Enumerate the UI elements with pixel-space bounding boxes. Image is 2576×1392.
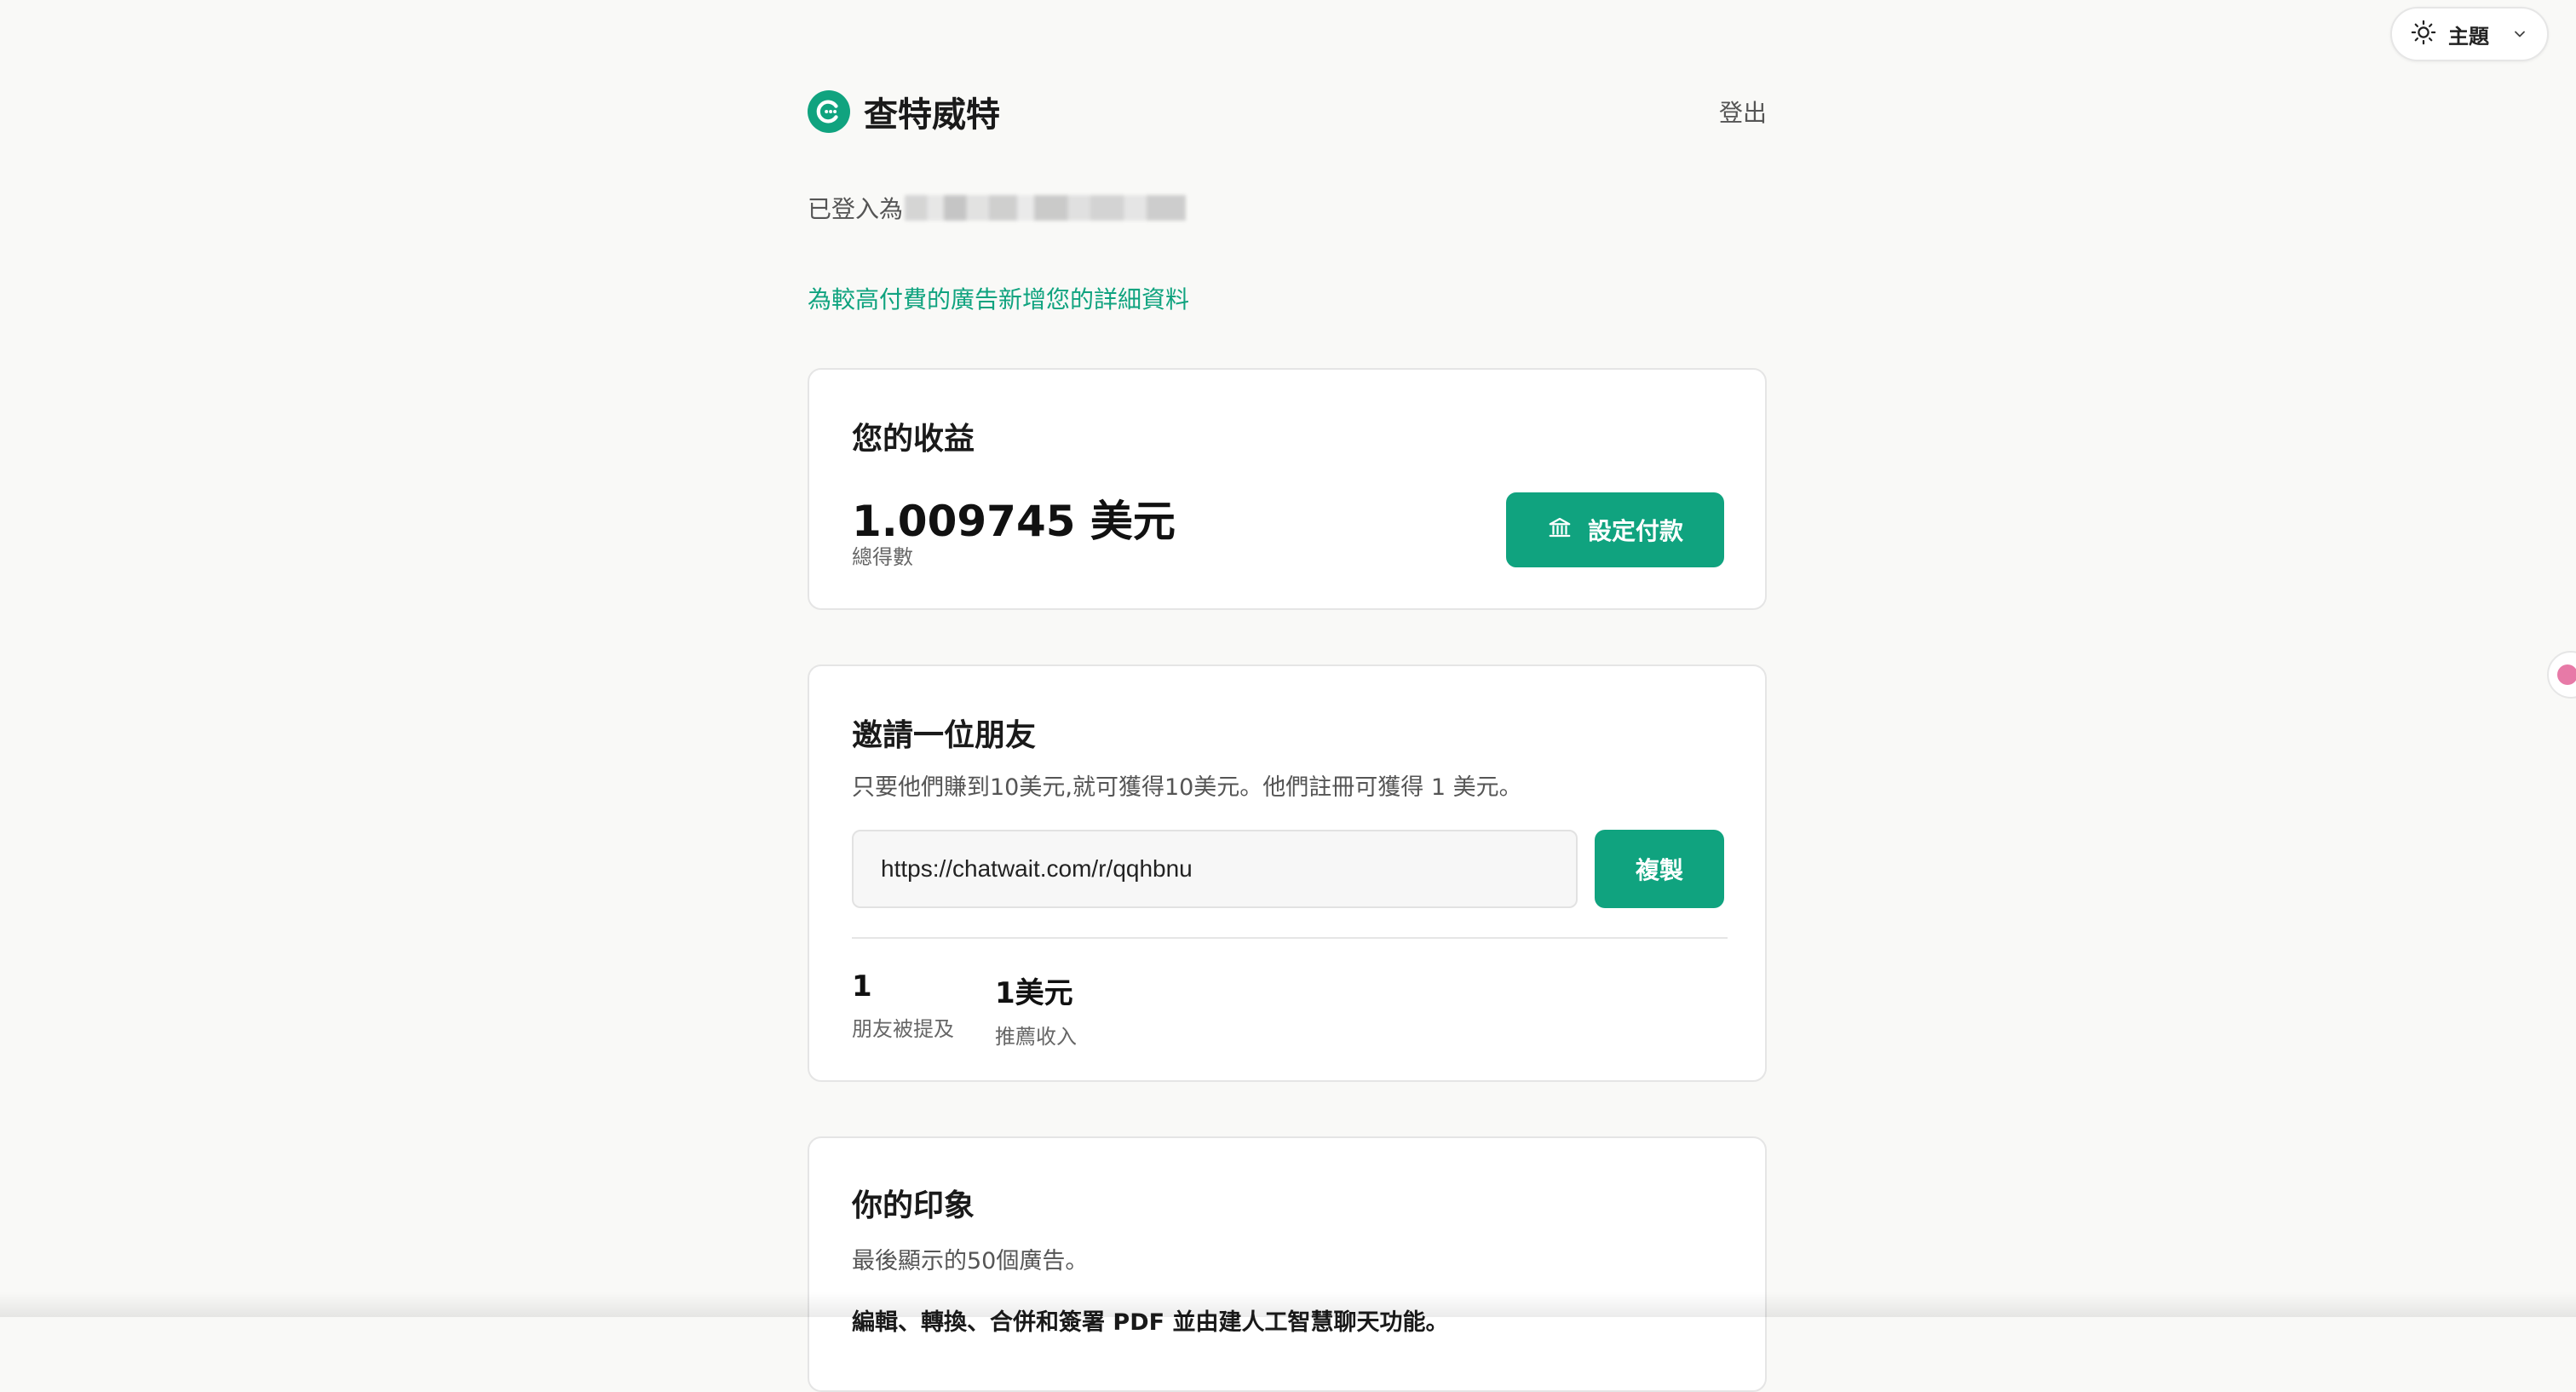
invite-description: 只要他們賺到10美元,就可獲得10美元。他們註冊可獲得 1 美元。 [852,768,1522,802]
bank-icon [1547,515,1573,546]
referral-link-input[interactable] [852,830,1578,908]
redacted-email [905,195,1186,221]
logged-in-prefix: 已登入為 [808,191,903,225]
brand-name: 查特威特 [864,87,1000,136]
divider [852,937,1728,939]
assistant-icon [2557,664,2576,685]
bottom-shadow [0,1291,2576,1317]
impressions-description: 最後顯示的50個廣告。 [852,1242,1088,1275]
logout-link[interactable]: 登出 [1719,95,1767,129]
stat-referral-earnings: 1美元 推薦收入 [995,969,1077,1050]
setup-payout-label: 設定付款 [1588,513,1683,547]
theme-button[interactable]: 主題 [2390,7,2549,61]
chevron-down-icon [2511,26,2528,43]
earnings-card: 您的收益 1.009745 美元 總得數 設定付款 [808,368,1767,610]
floating-assistant-widget[interactable] [2547,651,2576,699]
stat-label: 朋友被提及 [852,1012,954,1042]
copy-button[interactable]: 複製 [1595,830,1724,908]
earnings-amount-label: 總得數 [852,540,913,570]
impressions-title: 你的印象 [852,1181,975,1225]
chatwait-logo-icon[interactable] [808,90,850,133]
theme-label: 主題 [2448,20,2489,49]
impressions-card: 你的印象 最後顯示的50個廣告。 編輯、轉換、合併和簽署 PDF 並由建人工智慧… [808,1136,1767,1392]
logged-in-as: 已登入為 [808,191,1186,225]
stat-label: 推薦收入 [995,1020,1077,1050]
header: 查特威特 登出 [808,89,1767,135]
sun-icon [2411,20,2436,49]
stat-value: 1美元 [995,969,1077,1011]
invite-card: 邀請一位朋友 只要他們賺到10美元,就可獲得10美元。他們註冊可獲得 1 美元。… [808,664,1767,1082]
setup-payout-button[interactable]: 設定付款 [1506,492,1724,567]
invite-title: 邀請一位朋友 [852,710,1036,755]
stat-value: 1 [852,969,954,1004]
earnings-title: 您的收益 [852,414,975,458]
add-details-link[interactable]: 為較高付費的廣告新增您的詳細資料 [808,281,1189,315]
stat-friends-referred: 1 朋友被提及 [852,969,954,1042]
